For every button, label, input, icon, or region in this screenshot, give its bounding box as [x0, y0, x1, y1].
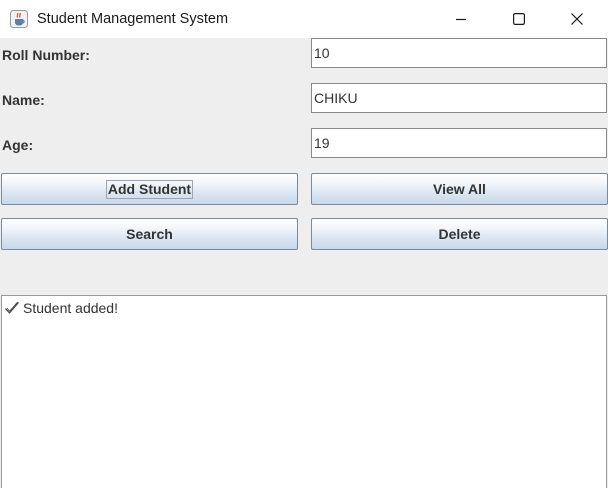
delete-button[interactable]: Delete — [311, 218, 608, 250]
close-button[interactable] — [548, 0, 606, 38]
maximize-button[interactable] — [490, 0, 548, 38]
output-message-text: Student added! — [23, 300, 118, 316]
minimize-button[interactable] — [432, 0, 490, 38]
name-label: Name: — [2, 92, 45, 108]
search-label: Search — [126, 226, 173, 242]
output-message: Student added! — [4, 300, 118, 316]
roll-number-label: Roll Number: — [2, 47, 90, 63]
title-bar[interactable]: Student Management System — [0, 0, 608, 38]
roll-number-input[interactable] — [311, 38, 607, 68]
close-icon — [571, 13, 583, 25]
output-text-area[interactable]: Student added! — [1, 295, 607, 488]
search-button[interactable]: Search — [1, 218, 298, 250]
app-window: Student Management System Roll Number: N… — [0, 0, 608, 488]
view-all-button[interactable]: View All — [311, 173, 608, 205]
add-student-button[interactable]: Add Student — [1, 173, 298, 205]
age-input[interactable] — [311, 128, 607, 158]
window-title: Student Management System — [37, 11, 229, 27]
java-cup-icon — [9, 9, 29, 29]
delete-label: Delete — [438, 226, 481, 242]
check-mark-icon — [4, 301, 20, 315]
age-label: Age: — [2, 137, 34, 153]
maximize-icon — [513, 13, 525, 25]
add-student-label: Add Student — [105, 179, 194, 199]
view-all-label: View All — [433, 181, 486, 197]
minimize-icon — [456, 18, 466, 21]
name-input[interactable] — [311, 83, 607, 113]
